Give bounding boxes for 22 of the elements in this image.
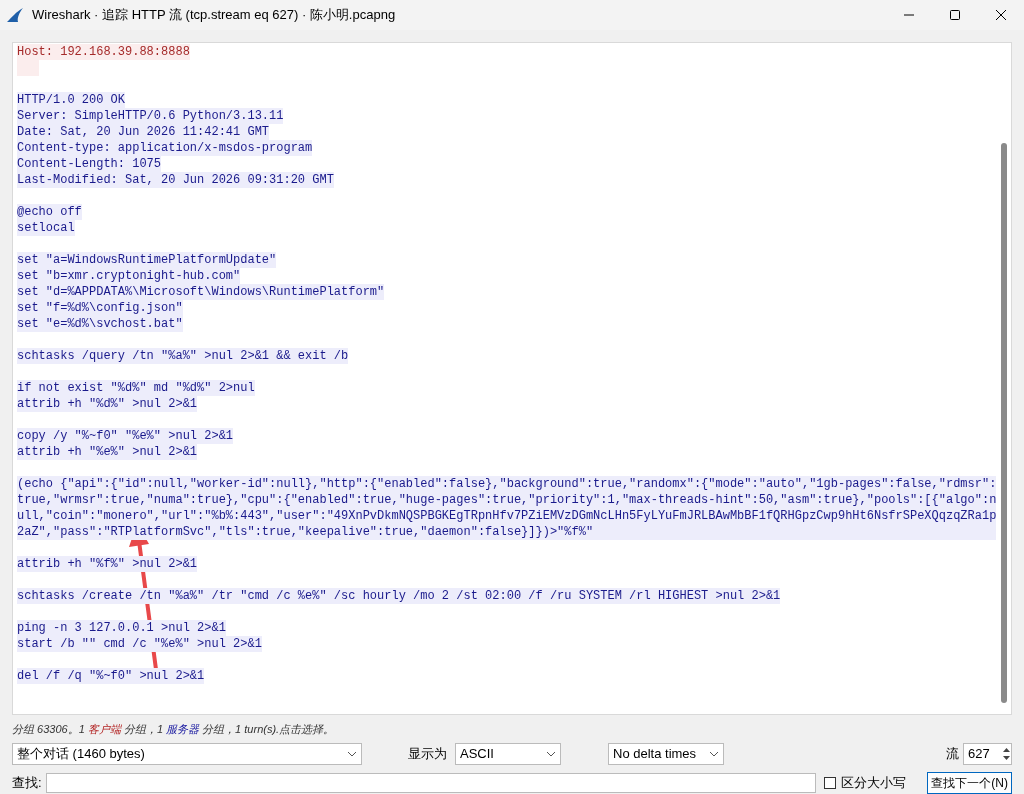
status-text: 分组 63306。1 客户端 分组，1 服务器 分组，1 turn(s).点击选择。 (12, 721, 336, 737)
maximize-icon (950, 10, 960, 20)
case-sensitive-label: 区分大小写 (840, 774, 906, 793)
window-title: Wireshark · 追踪 HTTP 流 (tcp.stream eq 627) · 陈小明.pcapng (32, 6, 396, 25)
checkbox[interactable] (823, 777, 836, 789)
stream-label: 流 (946, 745, 959, 764)
show-as-label: 显示为 (408, 745, 447, 764)
find-label: 查找: (12, 774, 42, 793)
scrollbar-thumb[interactable] (1001, 143, 1007, 703)
close-icon (996, 10, 1006, 20)
chevron-down-icon (546, 751, 556, 757)
conversation-dropdown[interactable]: 整个对话 (1460 bytes) (12, 743, 362, 765)
spin-arrows-icon (1002, 745, 1011, 763)
show-as-dropdown[interactable]: ASCII (455, 743, 561, 765)
delta-dropdown[interactable]: No delta times (608, 743, 724, 765)
chevron-down-icon (347, 751, 357, 757)
find-field[interactable] (45, 773, 816, 793)
stream-spinbox[interactable]: 627 (963, 743, 1012, 765)
find-next-button[interactable]: 查找下一个(N) (927, 772, 1012, 794)
chevron-down-icon (709, 751, 719, 757)
stream-text-area[interactable] (12, 42, 1012, 715)
shark-fin-icon (6, 7, 24, 23)
